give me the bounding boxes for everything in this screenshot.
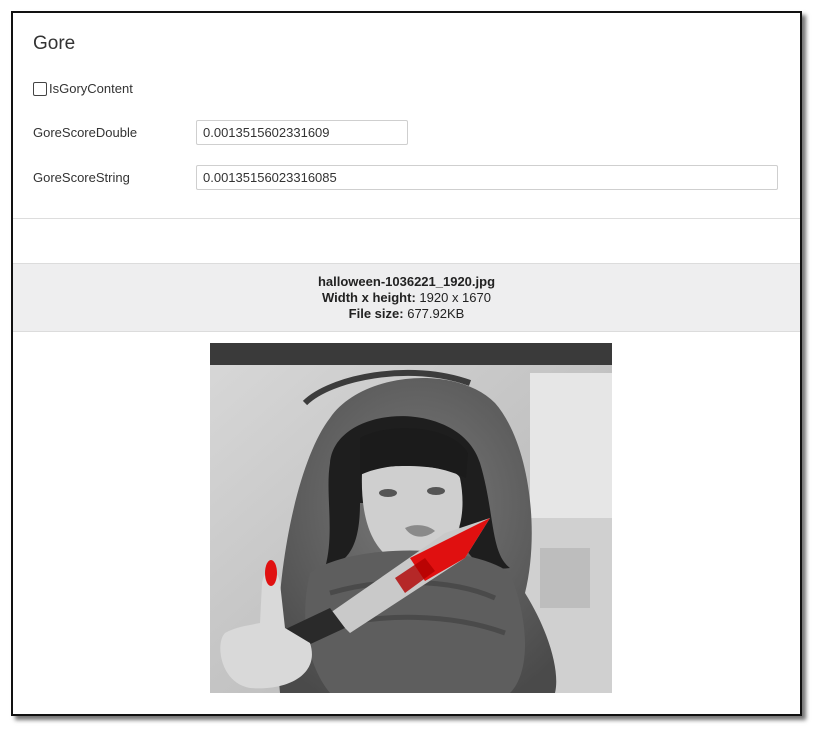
file-size-value: 677.92KB — [407, 306, 465, 321]
gore-score-string-label: GoreScoreString — [33, 170, 130, 185]
gore-panel: Gore IsGoryContent GoreScoreDouble GoreS… — [11, 11, 802, 716]
dimensions-value: 1920 x 1670 — [419, 290, 491, 305]
file-size: File size: 677.92KB — [13, 306, 800, 322]
is-gory-content-label: IsGoryContent — [49, 81, 133, 96]
file-info-band: halloween-1036221_1920.jpg Width x heigh… — [13, 263, 800, 332]
panel-title: Gore — [33, 33, 76, 54]
is-gory-content-row[interactable]: IsGoryContent — [33, 81, 133, 96]
is-gory-content-checkbox[interactable] — [33, 81, 47, 96]
file-name: halloween-1036221_1920.jpg — [317, 274, 496, 289]
preview-photo — [210, 343, 612, 693]
divider — [13, 218, 800, 219]
gore-score-double-input[interactable] — [196, 120, 408, 145]
file-size-label: File size: — [348, 306, 404, 321]
dimensions-label: Width x height: — [322, 290, 416, 305]
file-dimensions: Width x height: 1920 x 1670 — [13, 290, 800, 306]
gore-score-string-input[interactable] — [196, 165, 778, 190]
gore-score-double-label: GoreScoreDouble — [33, 125, 138, 140]
